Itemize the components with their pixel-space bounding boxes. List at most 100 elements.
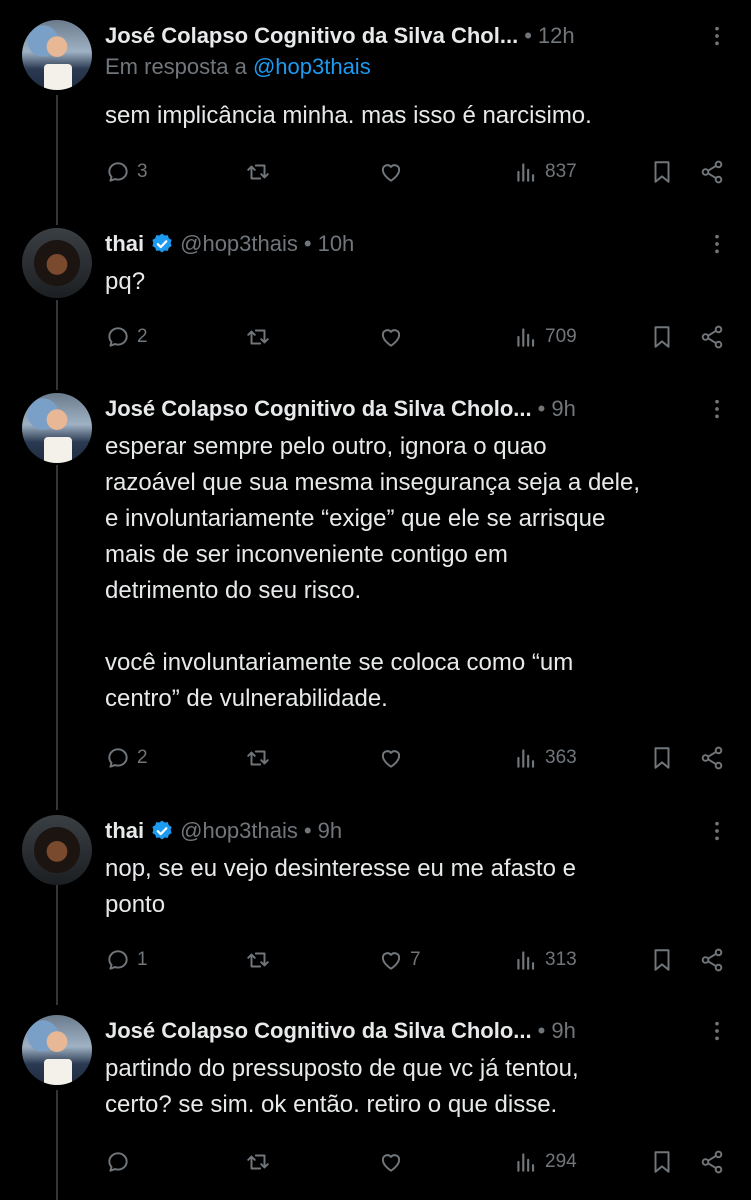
heart-icon bbox=[381, 750, 401, 768]
reply-button[interactable]: 2 bbox=[105, 741, 148, 775]
heart-icon bbox=[381, 164, 401, 182]
verified-badge-icon bbox=[150, 232, 174, 256]
avatar[interactable] bbox=[22, 228, 92, 298]
avatar[interactable] bbox=[22, 393, 92, 463]
reply-context: Em resposta a @hop3thais bbox=[105, 54, 729, 84]
share-button[interactable] bbox=[699, 943, 725, 977]
bookmark-icon bbox=[654, 949, 670, 971]
tweet[interactable]: thai @hop3thais • 10h pq? 2 709 bbox=[0, 228, 751, 378]
timestamp[interactable]: 9h bbox=[551, 1018, 575, 1044]
reply-count: 2 bbox=[137, 747, 148, 768]
views-count: 363 bbox=[545, 747, 577, 768]
action-bar: 2 709 bbox=[105, 320, 729, 354]
share-icon bbox=[701, 1150, 723, 1174]
more-icon[interactable] bbox=[705, 393, 729, 425]
timestamp[interactable]: 9h bbox=[551, 396, 575, 422]
share-icon bbox=[701, 948, 723, 972]
separator-dot: • bbox=[537, 396, 546, 421]
author-name[interactable]: thai bbox=[105, 231, 144, 257]
like-count: 7 bbox=[410, 949, 421, 970]
share-button[interactable] bbox=[699, 741, 725, 775]
retweet-icon bbox=[247, 1154, 269, 1170]
retweet-button[interactable] bbox=[245, 155, 271, 189]
views-count: 837 bbox=[545, 161, 577, 182]
like-button[interactable] bbox=[378, 1145, 404, 1179]
timestamp[interactable]: 9h bbox=[318, 818, 342, 844]
verified-badge-icon bbox=[150, 819, 174, 843]
like-button[interactable] bbox=[378, 741, 404, 775]
bookmark-button[interactable] bbox=[649, 320, 675, 354]
retweet-button[interactable] bbox=[245, 1145, 271, 1179]
views-button[interactable]: 294 bbox=[513, 1145, 577, 1179]
retweet-icon bbox=[247, 952, 269, 968]
views-button[interactable]: 313 bbox=[513, 943, 577, 977]
separator-dot: • bbox=[537, 1018, 546, 1043]
views-count: 294 bbox=[545, 1151, 577, 1172]
like-button[interactable] bbox=[378, 320, 404, 354]
reply-icon bbox=[108, 327, 128, 347]
reply-button[interactable] bbox=[105, 1145, 131, 1179]
author-handle[interactable]: @hop3thais bbox=[180, 818, 298, 844]
author-handle[interactable]: @hop3thais bbox=[180, 231, 298, 257]
bookmark-button[interactable] bbox=[649, 155, 675, 189]
more-icon[interactable] bbox=[705, 228, 729, 260]
reply-count: 2 bbox=[137, 326, 148, 347]
views-button[interactable]: 837 bbox=[513, 155, 577, 189]
reply-handle-link[interactable]: @hop3thais bbox=[253, 54, 371, 79]
author-name[interactable]: thai bbox=[105, 818, 144, 844]
timestamp[interactable]: 12h bbox=[538, 23, 575, 49]
action-bar: 3 837 bbox=[105, 155, 729, 189]
more-icon[interactable] bbox=[705, 1015, 729, 1047]
bookmark-icon bbox=[654, 161, 670, 183]
reply-prefix: Em resposta a bbox=[105, 54, 253, 79]
tweet[interactable]: thai @hop3thais • 9h nop, se eu vejo des… bbox=[0, 815, 751, 995]
reply-button[interactable]: 1 bbox=[105, 943, 148, 977]
bookmark-button[interactable] bbox=[649, 741, 675, 775]
tweet[interactable]: José Colapso Cognitivo da Silva Chol... … bbox=[0, 20, 751, 205]
views-icon bbox=[517, 163, 535, 182]
tweet[interactable]: José Colapso Cognitivo da Silva Cholo...… bbox=[0, 393, 751, 793]
tweet[interactable]: José Colapso Cognitivo da Silva Cholo...… bbox=[0, 1015, 751, 1200]
tweet-text: esperar sempre pelo outro, ignora o quao… bbox=[105, 433, 640, 712]
views-button[interactable]: 709 bbox=[513, 320, 577, 354]
reply-icon bbox=[108, 1152, 128, 1172]
reply-count: 1 bbox=[137, 949, 148, 970]
separator-dot: • bbox=[303, 231, 312, 256]
retweet-button[interactable] bbox=[245, 741, 271, 775]
author-name[interactable]: José Colapso Cognitivo da Silva Cholo... bbox=[105, 1018, 532, 1044]
views-icon bbox=[517, 1153, 535, 1172]
avatar[interactable] bbox=[22, 20, 92, 90]
like-button[interactable]: 7 bbox=[378, 943, 421, 977]
heart-icon bbox=[381, 1154, 401, 1172]
bookmark-icon bbox=[654, 747, 670, 769]
avatar[interactable] bbox=[22, 1015, 92, 1085]
share-icon bbox=[701, 160, 723, 184]
views-button[interactable]: 363 bbox=[513, 741, 577, 775]
bookmark-button[interactable] bbox=[649, 943, 675, 977]
views-count: 313 bbox=[545, 949, 577, 970]
tweet-text: partindo do pressuposto de que vc já ten… bbox=[105, 1055, 579, 1118]
separator-dot: • bbox=[303, 818, 312, 843]
author-name[interactable]: José Colapso Cognitivo da Silva Chol... bbox=[105, 23, 518, 49]
views-icon bbox=[517, 328, 535, 347]
reply-button[interactable]: 2 bbox=[105, 320, 148, 354]
avatar[interactable] bbox=[22, 815, 92, 885]
timestamp[interactable]: 10h bbox=[318, 231, 355, 257]
like-button[interactable] bbox=[378, 155, 404, 189]
share-button[interactable] bbox=[699, 320, 725, 354]
bookmark-icon bbox=[654, 1151, 670, 1173]
share-button[interactable] bbox=[699, 1145, 725, 1179]
more-icon[interactable] bbox=[705, 20, 729, 52]
retweet-button[interactable] bbox=[245, 943, 271, 977]
retweet-icon bbox=[247, 164, 269, 180]
reply-button[interactable]: 3 bbox=[105, 155, 148, 189]
reply-icon bbox=[108, 950, 128, 970]
tweet-text: sem implicância minha. mas isso é narcis… bbox=[105, 102, 592, 129]
author-name[interactable]: José Colapso Cognitivo da Silva Cholo... bbox=[105, 396, 532, 422]
more-icon[interactable] bbox=[705, 815, 729, 847]
views-count: 709 bbox=[545, 326, 577, 347]
share-icon bbox=[701, 325, 723, 349]
bookmark-button[interactable] bbox=[649, 1145, 675, 1179]
share-button[interactable] bbox=[699, 155, 725, 189]
retweet-button[interactable] bbox=[245, 320, 271, 354]
